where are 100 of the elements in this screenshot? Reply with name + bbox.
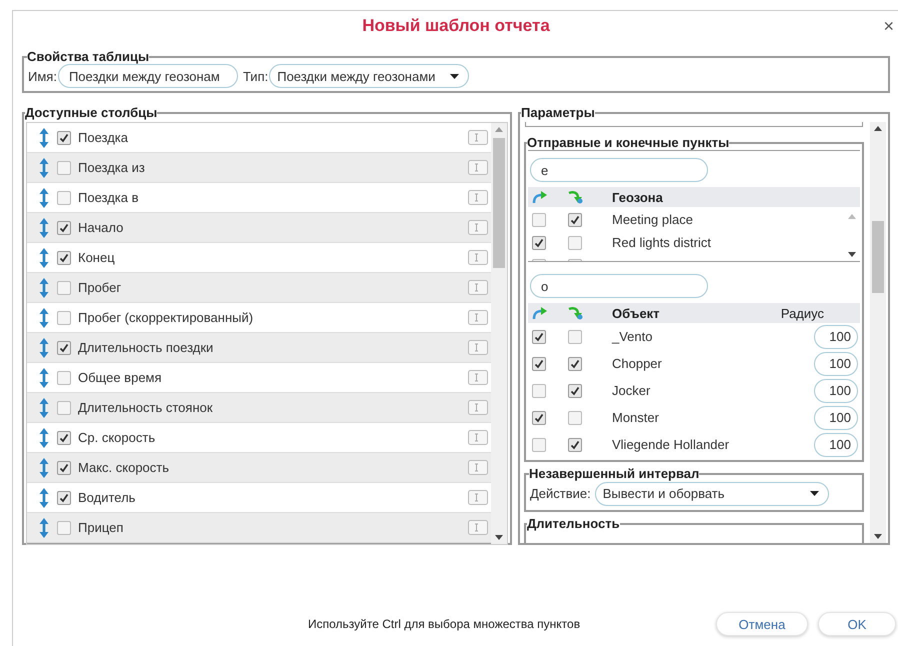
- checkbox[interactable]: [57, 490, 71, 504]
- name-field[interactable]: Поездки между геозонам: [58, 64, 238, 88]
- column-width-icon[interactable]: [468, 190, 488, 205]
- up-down-arrow-icon[interactable]: [39, 278, 49, 298]
- column-name: Начало: [78, 220, 124, 235]
- checkbox[interactable]: [568, 330, 582, 344]
- radius-field[interactable]: 100: [814, 378, 858, 402]
- column-width-icon[interactable]: [468, 520, 488, 535]
- scrollbar[interactable]: [870, 122, 886, 543]
- column-width-icon[interactable]: [468, 310, 488, 325]
- checkbox[interactable]: [532, 330, 546, 344]
- checkbox[interactable]: [57, 160, 71, 174]
- checkbox[interactable]: [57, 340, 71, 354]
- up-down-arrow-icon[interactable]: [39, 248, 49, 268]
- section-legend: Длительность: [527, 516, 620, 531]
- name-label: Имя:: [28, 68, 57, 84]
- radius-field[interactable]: 100: [814, 432, 858, 456]
- checkbox[interactable]: [568, 410, 582, 424]
- action-dropdown[interactable]: Вывести и оборвать: [594, 482, 829, 506]
- type-dropdown[interactable]: Поездки между геозонами: [269, 64, 470, 88]
- cancel-button[interactable]: Отмена: [716, 612, 808, 636]
- up-down-arrow-icon[interactable]: [39, 518, 49, 538]
- checkbox[interactable]: [57, 460, 71, 474]
- start-arrow-icon[interactable]: [532, 190, 548, 204]
- up-down-arrow-icon[interactable]: [39, 398, 49, 418]
- column-width-icon[interactable]: [468, 130, 488, 145]
- column-row[interactable]: Пробег: [27, 273, 491, 303]
- checkbox[interactable]: [57, 400, 71, 414]
- column-row[interactable]: Длительность стоянок: [27, 393, 491, 423]
- radius-field[interactable]: 100: [814, 352, 858, 376]
- checkbox[interactable]: [532, 356, 546, 370]
- checkbox[interactable]: [568, 356, 582, 370]
- checkbox[interactable]: [532, 212, 546, 226]
- section-legend: Параметры: [521, 105, 595, 120]
- ok-button[interactable]: OK: [818, 612, 896, 636]
- column-name: Поездка: [78, 130, 129, 145]
- radius-field[interactable]: 100: [814, 406, 858, 430]
- column-width-icon[interactable]: [468, 280, 488, 295]
- up-down-arrow-icon[interactable]: [39, 458, 49, 478]
- column-width-icon[interactable]: [468, 460, 488, 475]
- up-down-arrow-icon[interactable]: [39, 488, 49, 508]
- checkbox[interactable]: [532, 384, 546, 398]
- checkbox[interactable]: [568, 212, 582, 226]
- checkbox[interactable]: [532, 410, 546, 424]
- close-button[interactable]: ×: [881, 16, 896, 36]
- checkbox[interactable]: [57, 280, 71, 294]
- column-width-icon[interactable]: [468, 370, 488, 385]
- column-width-icon[interactable]: [468, 340, 488, 355]
- up-down-arrow-icon[interactable]: [39, 188, 49, 208]
- checkbox[interactable]: [532, 236, 546, 250]
- scrollbar[interactable]: [491, 123, 507, 544]
- object-name: Monster: [612, 410, 660, 425]
- column-name: Длительность стоянок: [78, 400, 214, 415]
- column-name: Общее время: [78, 370, 163, 385]
- search-field[interactable]: o: [530, 274, 708, 298]
- scroll-up-icon[interactable]: [874, 126, 882, 131]
- column-width-icon[interactable]: [468, 250, 488, 265]
- checkbox[interactable]: [57, 520, 71, 534]
- radius-field[interactable]: 100: [814, 324, 858, 348]
- column-row[interactable]: Поездка из: [27, 153, 491, 183]
- up-down-arrow-icon[interactable]: [39, 128, 49, 148]
- scroll-thumb[interactable]: [493, 138, 505, 268]
- column-row[interactable]: Начало: [27, 213, 491, 243]
- column-name: Макс. скорость: [78, 460, 170, 475]
- up-down-arrow-icon[interactable]: [39, 368, 49, 388]
- scroll-down-icon[interactable]: [874, 534, 882, 539]
- section-legend: Доступные столбцы: [25, 105, 158, 120]
- column-width-icon[interactable]: [468, 400, 488, 415]
- column-width-icon[interactable]: [468, 430, 488, 445]
- column-width-icon[interactable]: [468, 490, 488, 505]
- end-arrow-icon[interactable]: [568, 306, 584, 320]
- checkbox[interactable]: [57, 430, 71, 444]
- checkbox[interactable]: [57, 220, 71, 234]
- scroll-down-icon[interactable]: [495, 535, 503, 540]
- column-row[interactable]: Длительность поездки: [27, 333, 491, 363]
- up-down-arrow-icon[interactable]: [39, 158, 49, 178]
- search-field[interactable]: e: [530, 158, 708, 182]
- checkbox[interactable]: [568, 384, 582, 398]
- checkbox[interactable]: [57, 370, 71, 384]
- column-width-icon[interactable]: [468, 220, 488, 235]
- scroll-thumb[interactable]: [872, 221, 884, 293]
- up-down-arrow-icon[interactable]: [39, 308, 49, 328]
- column-row[interactable]: Прицеп: [27, 513, 491, 543]
- end-arrow-icon[interactable]: [568, 190, 584, 204]
- checkbox[interactable]: [568, 236, 582, 250]
- column-row[interactable]: Макс. скорость: [27, 453, 491, 483]
- checkbox[interactable]: [57, 250, 71, 264]
- checkbox[interactable]: [57, 190, 71, 204]
- up-down-arrow-icon[interactable]: [39, 218, 49, 238]
- checkbox[interactable]: [568, 438, 582, 452]
- checkbox[interactable]: [57, 130, 71, 144]
- checkbox[interactable]: [532, 438, 546, 452]
- start-arrow-icon[interactable]: [532, 306, 548, 320]
- up-down-arrow-icon[interactable]: [39, 338, 49, 358]
- scroll-down-icon[interactable]: [848, 252, 856, 257]
- checkbox[interactable]: [57, 310, 71, 324]
- up-down-arrow-icon[interactable]: [39, 428, 49, 448]
- column-width-icon[interactable]: [468, 160, 488, 175]
- geozone-name: Meeting place: [612, 212, 694, 227]
- hint-text: Используйте Ctrl для выбора множества пунктов: [308, 617, 580, 631]
